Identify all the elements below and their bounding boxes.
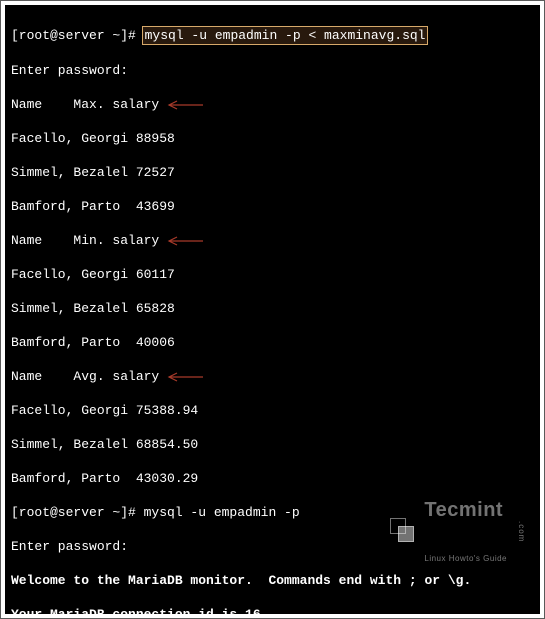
table-row: Bamford, Parto 43699 (11, 198, 534, 215)
table-row: Facello, Georgi 75388.94 (11, 402, 534, 419)
table-row: Facello, Georgi 60117 (11, 266, 534, 283)
watermark-tagline: Linux Howto's Guide (424, 554, 507, 564)
table-row: Simmel, Bezalel 68854.50 (11, 436, 534, 453)
header-text: Name Max. salary (11, 97, 167, 112)
header-min-salary: Name Min. salary (11, 232, 534, 249)
header-max-salary: Name Max. salary (11, 96, 534, 113)
table-row: Facello, Georgi 88958 (11, 130, 534, 147)
prompt-line-1: [root@server ~]# mysql -u empadmin -p < … (11, 26, 534, 45)
terminal-output: [root@server ~]# mysql -u empadmin -p < … (5, 5, 540, 614)
arrow-icon (167, 232, 207, 249)
output-line: Enter password: (11, 538, 534, 555)
prompt-line-2: [root@server ~]# mysql -u empadmin -p (11, 504, 534, 521)
welcome-line: Welcome to the MariaDB monitor. Commands… (11, 572, 534, 589)
connection-line: Your MariaDB connection id is 16 (11, 606, 534, 614)
table-row: Simmel, Bezalel 72527 (11, 164, 534, 181)
arrow-icon (167, 96, 207, 113)
arrow-icon (167, 368, 207, 385)
table-row: Bamford, Parto 43030.29 (11, 470, 534, 487)
header-text: Name Min. salary (11, 233, 167, 248)
highlighted-command: mysql -u empadmin -p < maxminavg.sql (142, 26, 429, 45)
header-text: Name Avg. salary (11, 369, 167, 384)
table-row: Bamford, Parto 40006 (11, 334, 534, 351)
header-avg-salary: Name Avg. salary (11, 368, 534, 385)
table-row: Simmel, Bezalel 65828 (11, 300, 534, 317)
shell-prompt: [root@server ~]# (11, 28, 144, 43)
window-frame: [root@server ~]# mysql -u empadmin -p < … (0, 0, 545, 619)
output-line: Enter password: (11, 62, 534, 79)
